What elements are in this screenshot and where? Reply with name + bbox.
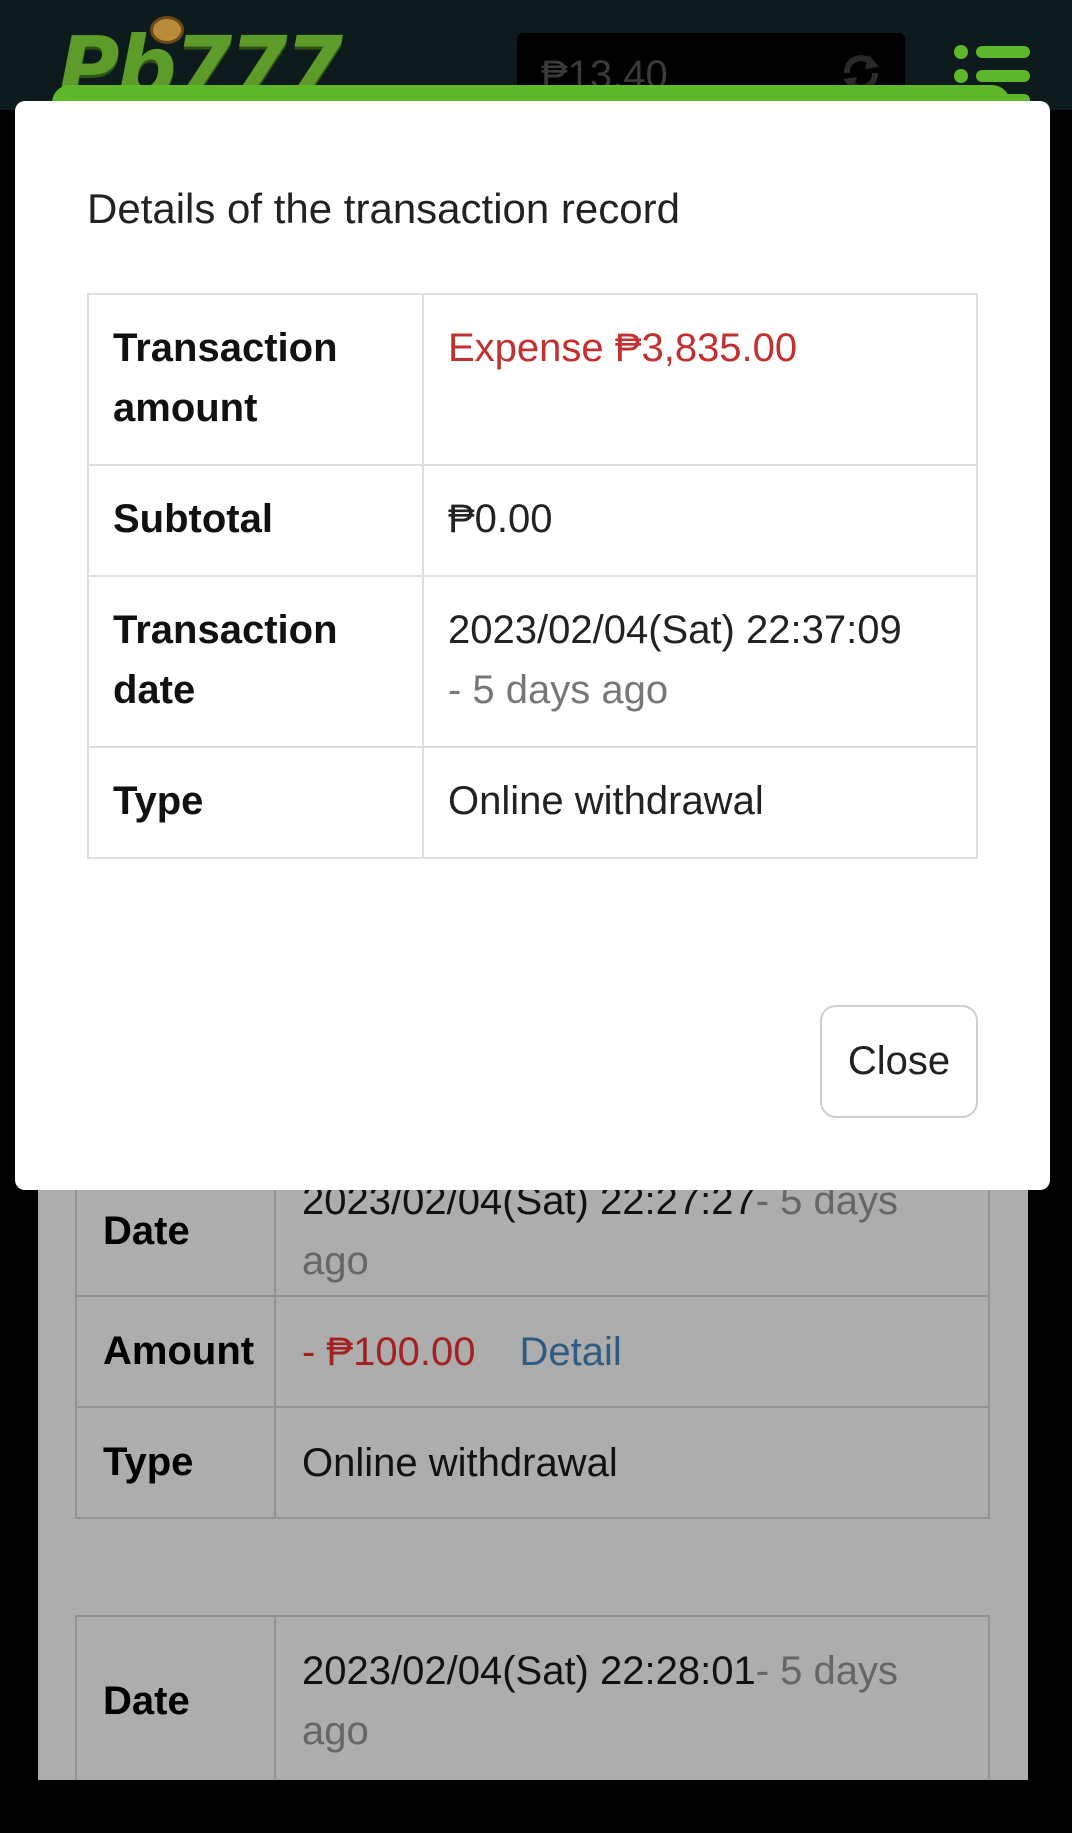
table-row: Type Online withdrawal: [87, 746, 978, 859]
record-table-1: Date 2023/02/04(Sat) 22:27:27- 5 days ag…: [75, 1165, 990, 1519]
date-text: 2023/02/04(Sat) 22:28:01: [302, 1649, 756, 1693]
type-label: Type: [75, 1406, 276, 1519]
record-table-2: Date 2023/02/04(Sat) 22:28:01- 5 days ag…: [75, 1615, 990, 1787]
type-value: Online withdrawal: [422, 746, 978, 859]
table-row: Transaction date 2023/02/04(Sat) 22:37:0…: [87, 575, 978, 748]
modal-title: Details of the transaction record: [87, 185, 680, 232]
table-row: Type Online withdrawal: [75, 1406, 990, 1519]
expense-amount: Expense ₱3,835.00: [448, 326, 798, 370]
amount-text: - ₱100.00: [302, 1329, 476, 1374]
bottom-bar: [0, 1780, 1072, 1833]
subtotal-label: Subtotal: [87, 464, 424, 577]
subtotal-value: ₱0.00: [422, 464, 978, 577]
table-row: Subtotal ₱0.00: [87, 464, 978, 577]
amount-label: Amount: [75, 1295, 276, 1408]
type-value: Online withdrawal: [274, 1406, 990, 1519]
table-row: Amount - ₱100.00 Detail: [75, 1295, 990, 1408]
date-relative: - 5 days ago: [448, 668, 669, 712]
detail-link[interactable]: Detail: [519, 1330, 621, 1374]
close-button[interactable]: Close: [820, 1005, 978, 1118]
date-text: 2023/02/04(Sat) 22:37:09: [448, 608, 902, 652]
logo-coin-icon: [150, 16, 184, 44]
table-row: Transaction amount Expense ₱3,835.00: [87, 293, 978, 466]
date-label: Date: [75, 1615, 276, 1787]
transaction-detail-modal: Details of the transaction record Transa…: [15, 101, 1050, 1190]
transaction-amount-value: Expense ₱3,835.00: [422, 293, 978, 466]
transaction-amount-label: Transaction amount: [87, 293, 424, 466]
table-row: Date 2023/02/04(Sat) 22:28:01- 5 days ag…: [75, 1615, 990, 1787]
detail-table: Transaction amount Expense ₱3,835.00 Sub…: [87, 293, 978, 859]
date-value: 2023/02/04(Sat) 22:28:01- 5 days ago: [274, 1615, 990, 1787]
type-label: Type: [87, 746, 424, 859]
transaction-date-label: Transaction date: [87, 575, 424, 748]
transaction-date-value: 2023/02/04(Sat) 22:37:09 - 5 days ago: [422, 575, 978, 748]
amount-value: - ₱100.00 Detail: [274, 1295, 990, 1408]
